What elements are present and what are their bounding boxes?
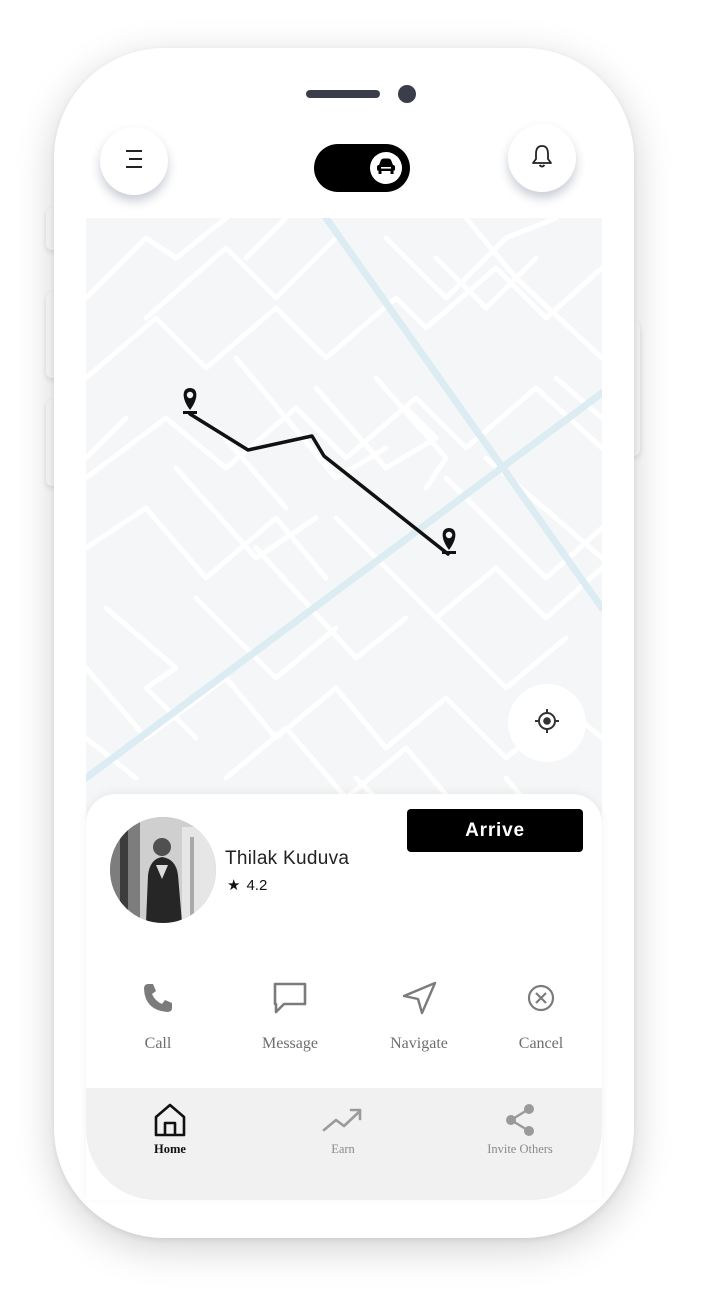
locate-me-button[interactable] [508,684,586,762]
tab-invite-others-label: Invite Others [487,1142,553,1156]
driver-name: Thilak Kuduva [225,848,350,869]
driver-avatar [110,817,216,923]
crosshair-icon [533,707,561,740]
arrive-button[interactable]: Arrive [407,809,583,852]
share-icon [460,1100,580,1140]
message-label: Message [262,1035,318,1052]
tab-earn[interactable]: Earn [283,1100,403,1157]
cancel-label: Cancel [518,1035,564,1052]
call-label: Call [144,1035,172,1052]
tab-home[interactable]: Home [110,1100,230,1157]
call-action[interactable]: Call [103,975,213,1053]
pickup-marker-icon[interactable] [183,388,197,414]
toggle-knob [370,152,402,184]
online-toggle[interactable] [314,144,410,192]
star-icon: ★ [227,877,241,894]
tab-invite-others[interactable]: Invite Others [460,1100,580,1157]
bell-icon [530,143,554,174]
menu-button[interactable] [100,127,168,195]
cancel-action[interactable]: Cancel [486,975,596,1053]
message-icon [235,975,345,1021]
rating-value: 4.2 [246,876,268,894]
speaker-grille [306,90,380,98]
home-icon [110,1100,230,1140]
tab-earn-label: Earn [331,1142,355,1156]
driver-rating: ★ 4.2 [227,876,268,895]
car-icon [375,157,397,180]
phone-icon [103,975,213,1021]
navigate-action[interactable]: Navigate [364,975,474,1053]
navigate-icon [364,975,474,1021]
trending-up-icon [283,1100,403,1140]
navigate-label: Navigate [390,1035,448,1052]
message-action[interactable]: Message [235,975,345,1053]
front-camera [398,85,416,103]
tab-home-label: Home [154,1142,186,1156]
notifications-button[interactable] [508,124,576,192]
menu-icon [122,148,146,175]
cancel-icon [486,975,596,1021]
